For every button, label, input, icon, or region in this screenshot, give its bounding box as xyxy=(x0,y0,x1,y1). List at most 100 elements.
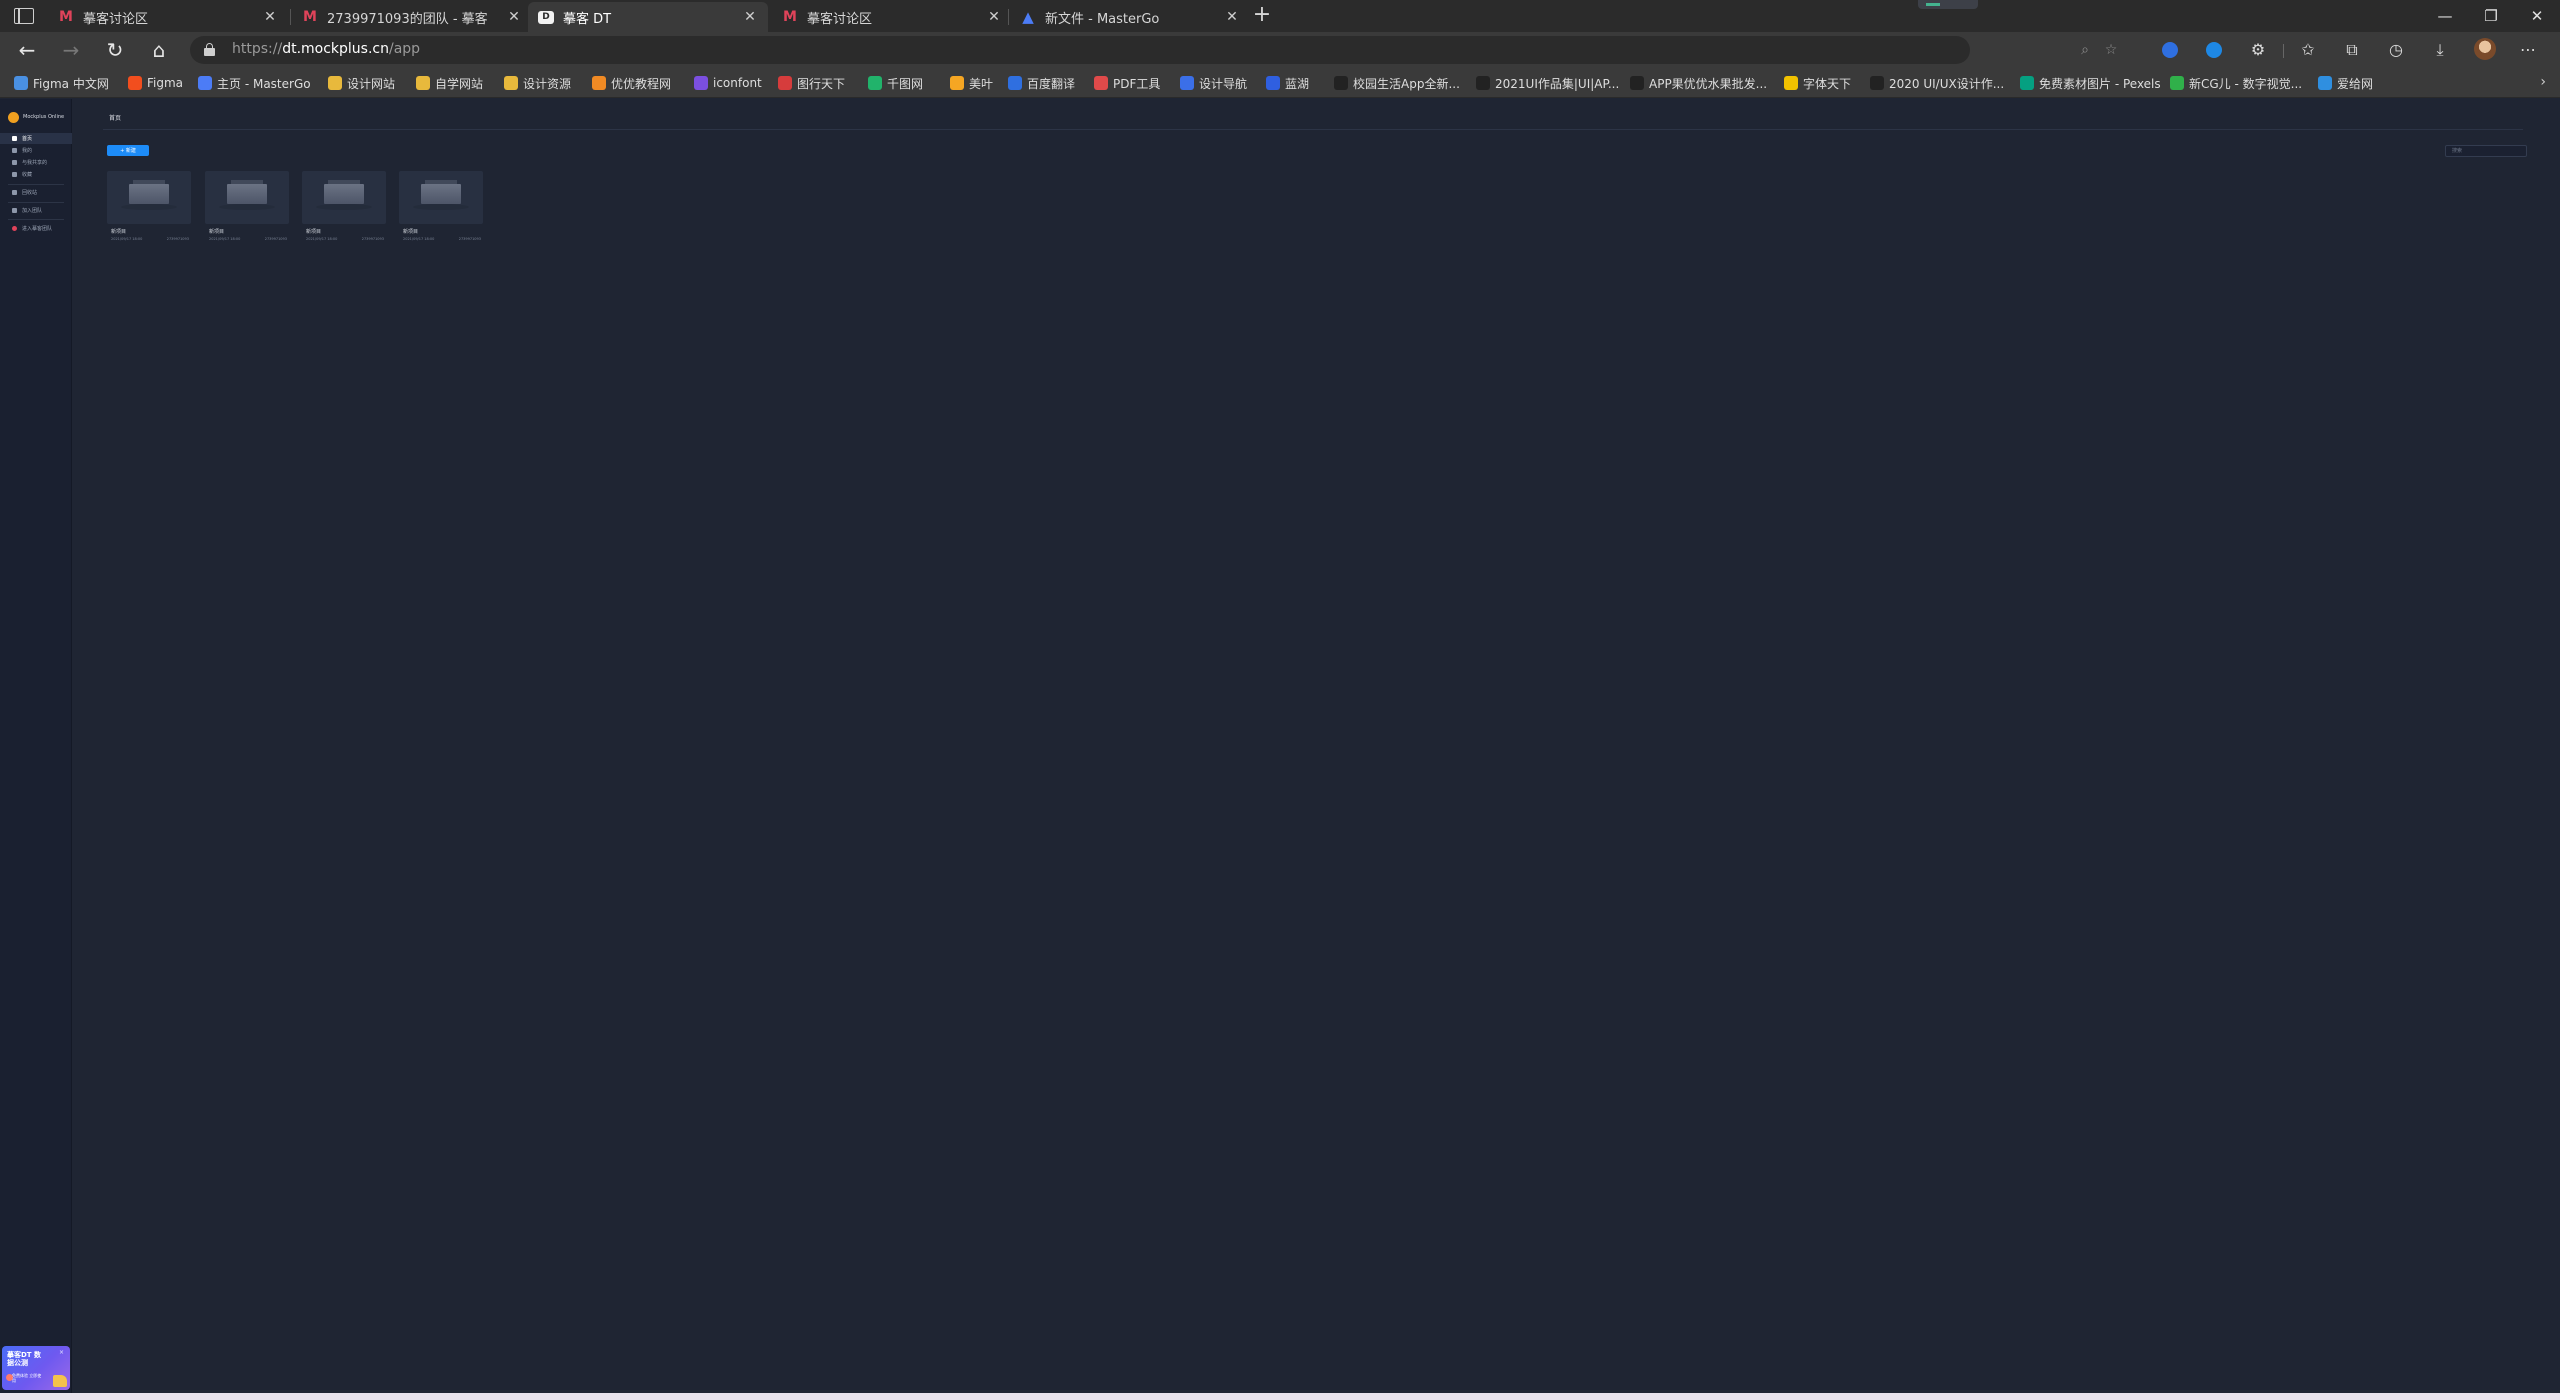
brand[interactable]: Mockplus Online xyxy=(8,111,64,123)
address-bar[interactable]: https://dt.mockplus.cn/app ⌕ ☆ xyxy=(190,36,2117,64)
bookmark-item[interactable]: 2021UI作品集|UI|AP... xyxy=(1476,74,1619,92)
back-icon[interactable]: ← xyxy=(14,38,40,62)
bookmark-label: 爱给网 xyxy=(2337,76,2374,91)
tab-2[interactable]: M 2739971093的团队 - 摹客 ✕ xyxy=(292,2,532,32)
bookmark-item[interactable]: 爱给网 xyxy=(2318,74,2373,92)
lock-icon[interactable] xyxy=(204,43,215,56)
bookmark-item[interactable]: 主页 - MasterGo xyxy=(198,74,311,92)
bookmark-item[interactable]: iconfont xyxy=(694,74,762,92)
tab-actions-icon[interactable] xyxy=(14,8,34,24)
bookmark-label: 新CG儿 - 数字视觉... xyxy=(2189,76,2303,91)
sidebar-item-label: 首页 xyxy=(22,136,33,142)
bookmark-item[interactable]: 千图网 xyxy=(868,74,923,92)
bookmark-item[interactable]: 设计导航 xyxy=(1180,74,1247,92)
promo-banner[interactable]: 摹客DT 数据公测 免费体验 立即使用 × xyxy=(2,1346,70,1390)
bookmark-item[interactable]: 图行天下 xyxy=(778,74,845,92)
more-icon[interactable]: ⋯ xyxy=(2516,38,2540,62)
add-favorite-icon[interactable]: ☆ xyxy=(2100,40,2122,60)
tab-5[interactable]: ▲ 新文件 - MasterGo ✕ xyxy=(1010,2,1250,32)
project-name: 新项目 xyxy=(111,229,127,235)
close-window-icon[interactable]: ✕ xyxy=(2522,4,2552,28)
project-card[interactable]: 新项目 2021/09/17 18:00 2739971093 xyxy=(302,171,386,243)
sidebar-item-home[interactable]: 首页 xyxy=(0,133,72,144)
history-icon[interactable]: ◷ xyxy=(2384,38,2408,62)
bookmark-favicon-icon xyxy=(2020,76,2034,90)
bookmarks-bar: › Figma 中文网 Figma 主页 - MasterGo 设计网站 自学网站 设计资… xyxy=(0,68,2560,98)
share-icon xyxy=(12,160,17,165)
bookmark-label: 2020 UI/UX设计作... xyxy=(1889,76,2005,91)
close-icon[interactable]: ✕ xyxy=(506,9,522,25)
forward-icon[interactable]: → xyxy=(58,38,84,62)
bookmark-item[interactable]: 免费素材图片 - Pexels xyxy=(2020,74,2161,92)
project-card[interactable]: 新项目 2021/09/17 18:00 2739971093 xyxy=(205,171,289,243)
downloads-icon[interactable]: ⤓ xyxy=(2428,38,2452,62)
sidebar-item-mockplus-team[interactable]: 进入摹客团队 xyxy=(0,223,72,234)
extension-icon[interactable] xyxy=(2158,38,2182,62)
new-tab-icon[interactable]: + xyxy=(1250,4,1274,28)
sidebar-divider xyxy=(8,184,64,185)
bookmark-label: 设计导航 xyxy=(1199,76,1248,91)
project-card[interactable]: 新项目 2021/09/17 18:00 2739971093 xyxy=(107,171,191,243)
collections-icon[interactable]: ⧉ xyxy=(2340,38,2364,62)
bookmark-item[interactable]: 自学网站 xyxy=(416,74,483,92)
sidebar-item-trash[interactable]: 回收站 xyxy=(0,187,72,198)
close-icon[interactable]: ✕ xyxy=(986,9,1002,25)
sidebar-item-favorites[interactable]: 收藏 xyxy=(0,169,72,180)
url-text[interactable]: https://dt.mockplus.cn/app xyxy=(232,41,420,57)
extension-icon[interactable] xyxy=(2202,38,2226,62)
close-icon[interactable]: ✕ xyxy=(1224,9,1240,25)
bookmark-item[interactable]: 设计网站 xyxy=(328,74,395,92)
sidebar-item-mine[interactable]: 我的 xyxy=(0,145,72,156)
bookmark-item[interactable]: 百度翻译 xyxy=(1008,74,1075,92)
project-owner: 2739971093 xyxy=(361,237,384,241)
sidebar-item-label: 与我共享的 xyxy=(22,160,48,166)
minimize-icon[interactable]: — xyxy=(2430,4,2460,28)
bookmark-label: 美叶 xyxy=(969,76,994,91)
plus-icon xyxy=(12,208,17,213)
tab-4[interactable]: M 摹客讨论区 ✕ xyxy=(772,2,1012,32)
bookmark-item[interactable]: 设计资源 xyxy=(504,74,571,92)
favorites-icon[interactable]: ✩ xyxy=(2296,38,2320,62)
chevron-right-icon[interactable]: › xyxy=(2540,74,2546,90)
extensions-icon[interactable]: ⚙ xyxy=(2246,38,2270,62)
bookmark-item[interactable]: APP果优优水果批发... xyxy=(1630,74,1767,92)
tab-3-active[interactable]: D 摹客 DT ✕ xyxy=(528,2,768,32)
bookmark-item[interactable]: 校园生活App全新... xyxy=(1334,74,1460,92)
bookmark-label: 优优教程网 xyxy=(611,76,672,91)
project-thumbnail[interactable] xyxy=(302,171,386,224)
bookmark-favicon-icon xyxy=(1008,76,1022,90)
close-icon[interactable]: × xyxy=(59,1349,64,1356)
bookmark-item[interactable]: 优优教程网 xyxy=(592,74,671,92)
sidebar-item-join-team[interactable]: 加入团队 xyxy=(0,205,72,216)
new-project-button[interactable]: + 新建 xyxy=(107,145,149,156)
project-date: 2021/09/17 18:00 xyxy=(209,237,241,241)
sidebar-item-label: 收藏 xyxy=(22,172,33,178)
sidebar: Mockplus Online 首页 我的 与我共享的 收藏 回收站 加入团队 xyxy=(0,99,72,1393)
bookmark-item[interactable]: 新CG儿 - 数字视觉... xyxy=(2170,74,2302,92)
close-icon[interactable]: ✕ xyxy=(742,9,758,25)
bookmark-label: iconfont xyxy=(713,76,762,90)
zoom-icon[interactable]: ⌕ xyxy=(2074,40,2096,60)
bookmark-item[interactable]: 2020 UI/UX设计作... xyxy=(1870,74,2004,92)
reload-icon[interactable]: ↻ xyxy=(102,38,128,62)
restore-icon[interactable]: ❐ xyxy=(2476,4,2506,28)
bookmark-label: PDF工具 xyxy=(1113,76,1161,91)
project-thumbnail[interactable] xyxy=(205,171,289,224)
close-icon[interactable]: ✕ xyxy=(262,9,278,25)
profile-avatar[interactable] xyxy=(2474,38,2496,60)
project-thumbnail[interactable] xyxy=(107,171,191,224)
project-card[interactable]: 新项目 2021/09/17 18:00 2739971093 xyxy=(399,171,483,243)
bookmark-item[interactable]: 字体天下 xyxy=(1784,74,1851,92)
tab-1[interactable]: M 摹客讨论区 ✕ xyxy=(48,2,288,32)
project-date: 2021/09/17 18:00 xyxy=(403,237,435,241)
project-thumbnail[interactable] xyxy=(399,171,483,224)
bookmark-item[interactable]: 蓝湖 xyxy=(1266,74,1309,92)
home-icon[interactable]: ⌂ xyxy=(146,38,172,62)
bookmark-label: Figma xyxy=(147,76,184,90)
bookmark-item[interactable]: 美叶 xyxy=(950,74,993,92)
bookmark-item[interactable]: Figma 中文网 xyxy=(14,74,109,92)
bookmark-item[interactable]: PDF工具 xyxy=(1094,74,1160,92)
search-input[interactable]: 搜索 xyxy=(2445,145,2527,157)
sidebar-item-shared[interactable]: 与我共享的 xyxy=(0,157,72,168)
bookmark-item[interactable]: Figma xyxy=(128,74,183,92)
